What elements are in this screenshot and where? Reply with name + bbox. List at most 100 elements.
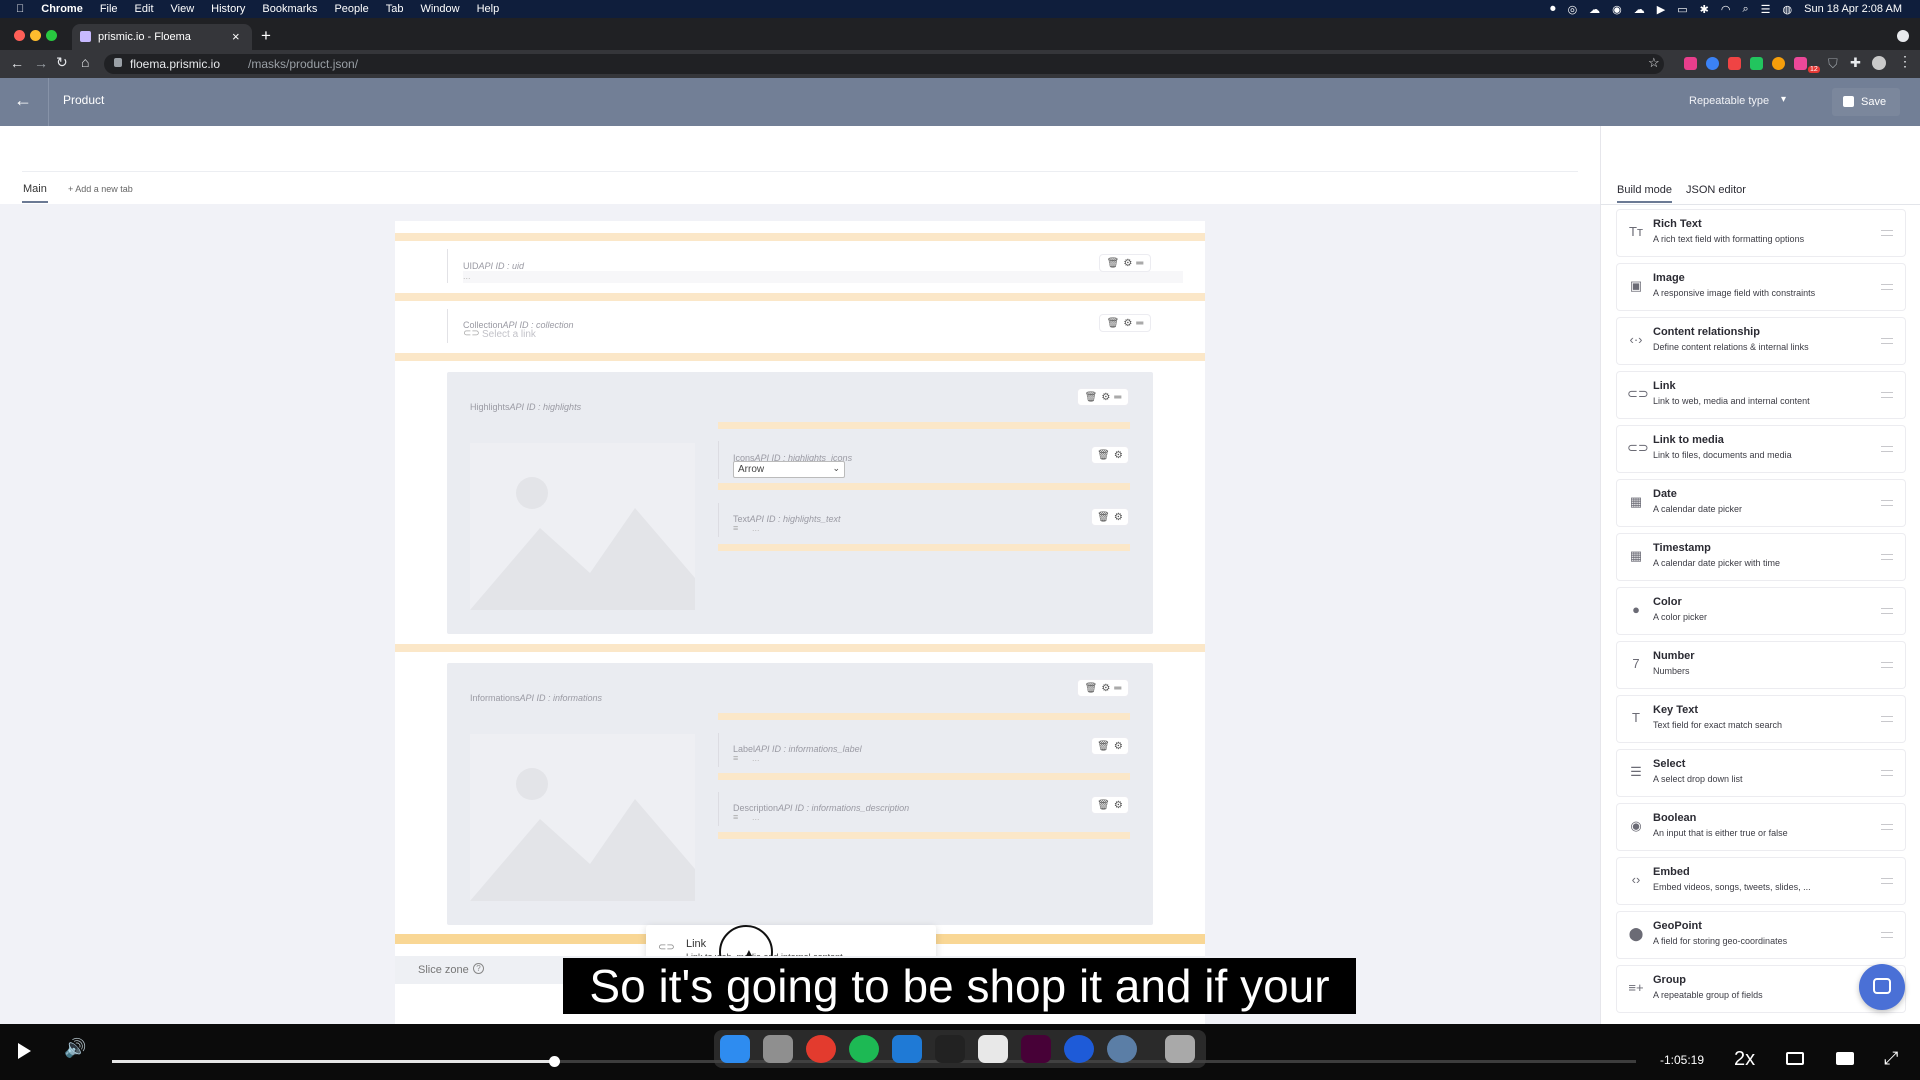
menu-history[interactable]: History <box>211 3 245 15</box>
forward-icon[interactable]: → <box>34 55 48 71</box>
gear-icon[interactable]: ⚙ <box>1123 258 1132 269</box>
shield-icon[interactable]: ⛉ <box>1828 56 1838 72</box>
window-minimize-button[interactable] <box>30 30 41 41</box>
widget-content-relationship[interactable]: ‹·› Content relationship Define content re… <box>1617 318 1905 364</box>
chat-launcher-button[interactable] <box>1859 964 1905 1010</box>
chevron-down-icon[interactable]: ▾ <box>1781 94 1786 105</box>
tab-json-editor[interactable]: JSON editor <box>1686 184 1746 196</box>
playback-speed[interactable]: 2x <box>1734 1048 1755 1071</box>
drag-handle-icon[interactable] <box>1881 824 1893 830</box>
extension-icon[interactable] <box>1772 57 1785 70</box>
back-arrow-icon[interactable]: ← <box>14 90 32 111</box>
drag-handle-icon[interactable] <box>1881 338 1893 344</box>
menu-bookmarks[interactable]: Bookmarks <box>262 3 317 15</box>
gear-icon[interactable]: ⚙ <box>1123 318 1132 329</box>
drag-handle-icon[interactable] <box>1881 716 1893 722</box>
reload-icon[interactable]: ↻ <box>56 54 68 71</box>
menu-people[interactable]: People <box>334 3 368 15</box>
widget-embed[interactable]: ‹› Embed Embed videos, songs, tweets, slid… <box>1617 858 1905 904</box>
siri-icon[interactable]: ◍ <box>1783 3 1793 16</box>
icons-select[interactable]: Arrow ⌄ <box>733 461 845 478</box>
drag-handle-icon[interactable] <box>1881 446 1893 452</box>
tab-build-mode[interactable]: Build mode <box>1617 184 1672 196</box>
drag-handle-icon[interactable] <box>1881 230 1893 236</box>
finder-icon[interactable] <box>720 1035 750 1063</box>
drag-handle-icon[interactable] <box>1881 878 1893 884</box>
adobe-xd-icon[interactable] <box>1021 1035 1051 1063</box>
trash-icon[interactable]: 🗑 <box>1097 800 1110 811</box>
trash-icon[interactable]: 🗑 <box>1107 258 1120 269</box>
url-bar[interactable]: floema.prismic.io /masks/product.json/ ☆ <box>104 54 1664 74</box>
tab-close-icon[interactable]: × <box>232 29 240 44</box>
spotify-icon[interactable] <box>849 1035 879 1063</box>
extension-icon[interactable] <box>1706 57 1719 70</box>
widget-key-text[interactable]: T Key Text Text field for exact match sear… <box>1617 696 1905 742</box>
gear-icon[interactable]: ⚙ <box>1101 683 1110 694</box>
back-icon[interactable]: ← <box>10 55 24 71</box>
cloud-icon[interactable]: ☁ <box>1589 3 1600 16</box>
hd-quality-icon[interactable] <box>1836 1052 1854 1065</box>
profile-avatar[interactable] <box>1872 56 1886 70</box>
drag-handle-icon[interactable]: ═ <box>1114 683 1121 694</box>
menu-file[interactable]: File <box>100 3 118 15</box>
bookmark-star-icon[interactable]: ☆ <box>1648 55 1660 71</box>
gear-icon[interactable]: ⚙ <box>1114 800 1123 811</box>
play-status-icon[interactable]: ▶ <box>1657 3 1665 16</box>
control-center-icon[interactable]: ☰ <box>1761 3 1771 16</box>
uid-input[interactable]: ... <box>463 271 1183 283</box>
widget-boolean[interactable]: ◉ Boolean An input that is either true or … <box>1617 804 1905 850</box>
trash-bin-icon[interactable] <box>1165 1035 1195 1063</box>
drag-handle-icon[interactable] <box>1881 284 1893 290</box>
puzzle-icon[interactable]: ✚ <box>1850 55 1861 71</box>
apple-icon[interactable]:  <box>16 3 24 15</box>
menubar-clock[interactable]: Sun 18 Apr 2:08 AM <box>1804 3 1902 15</box>
drag-handle-icon[interactable]: ═ <box>1114 392 1121 403</box>
wifi-icon[interactable]: ◠ <box>1721 3 1731 16</box>
battery-icon[interactable]: ▭ <box>1677 3 1687 16</box>
drag-handle-icon[interactable]: ═ <box>1136 258 1143 269</box>
gear-icon[interactable]: ⚙ <box>1114 450 1123 461</box>
creative-cloud-icon[interactable]: ◎ <box>1568 3 1578 16</box>
add-tab-button[interactable]: + Add a new tab <box>68 184 133 194</box>
gear-icon[interactable]: ⚙ <box>1114 741 1123 752</box>
collection-input[interactable]: Select a link <box>482 329 536 340</box>
extension-icon[interactable] <box>1794 57 1807 70</box>
slack-icon[interactable] <box>978 1035 1008 1063</box>
drag-handle-icon[interactable]: ═ <box>1136 318 1143 329</box>
menu-window[interactable]: Window <box>420 3 459 15</box>
play-icon[interactable] <box>18 1043 31 1059</box>
widget-select[interactable]: ☰ Select A select drop down list <box>1617 750 1905 796</box>
trash-icon[interactable]: 🗑 <box>1097 741 1110 752</box>
trash-icon[interactable]: 🗑 <box>1107 318 1120 329</box>
fullscreen-icon[interactable]: ⤢ <box>1884 1048 1898 1069</box>
terminal-icon[interactable] <box>935 1035 965 1063</box>
widget-rich-text[interactable]: Tт Rich Text A rich text field with format… <box>1617 210 1905 256</box>
new-tab-button[interactable]: + <box>261 26 271 46</box>
menu-help[interactable]: Help <box>477 3 500 15</box>
vscode-icon[interactable] <box>892 1035 922 1063</box>
window-close-button[interactable] <box>14 30 25 41</box>
window-zoom-button[interactable] <box>46 30 57 41</box>
type-select[interactable]: Repeatable type <box>1689 95 1769 107</box>
widget-color[interactable]: ● Color A color picker <box>1617 588 1905 634</box>
widget-timestamp[interactable]: ▦ Timestamp A calendar date picker with ti… <box>1617 534 1905 580</box>
save-button[interactable]: Save <box>1832 88 1900 116</box>
widget-link[interactable]: ⊂⊃ Link Link to web, media and internal co… <box>1617 372 1905 418</box>
browser-tab[interactable]: prismic.io - Floema × <box>72 24 252 50</box>
bluetooth-icon[interactable]: ✱ <box>1700 3 1709 16</box>
upload-icon[interactable]: ☁ <box>1634 3 1645 16</box>
text-input[interactable]: ... <box>752 523 760 533</box>
captions-icon[interactable] <box>1786 1052 1804 1065</box>
label-input[interactable]: ... <box>752 753 760 763</box>
gear-icon[interactable]: ⚙ <box>1101 392 1110 403</box>
help-icon[interactable]: ? <box>473 963 484 974</box>
home-icon[interactable]: ⌂ <box>81 54 89 70</box>
drag-handle-icon[interactable] <box>1881 554 1893 560</box>
more-menu-icon[interactable]: ⋮ <box>1898 53 1912 70</box>
widget-number[interactable]: 7 Number Numbers <box>1617 642 1905 688</box>
trash-icon[interactable]: 🗑 <box>1085 683 1098 694</box>
tab-main[interactable]: Main <box>23 183 47 195</box>
menu-tab[interactable]: Tab <box>386 3 404 15</box>
widget-date[interactable]: ▦ Date A calendar date picker <box>1617 480 1905 526</box>
widget-image[interactable]: ▣ Image A responsive image field with cons… <box>1617 264 1905 310</box>
